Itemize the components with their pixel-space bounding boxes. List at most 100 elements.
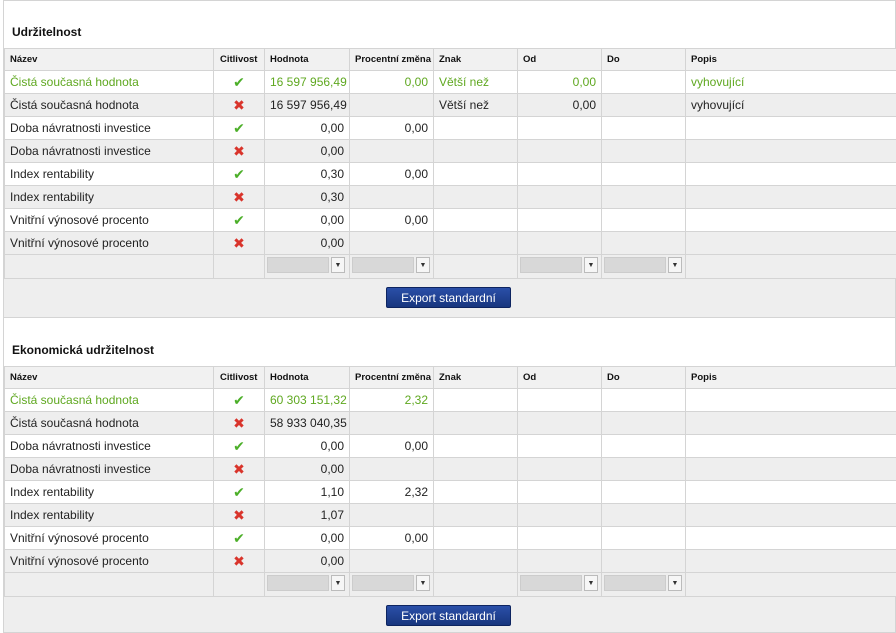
pct-cell [349, 93, 434, 117]
chevron-down-icon[interactable]: ▼ [584, 257, 598, 273]
filter-dropdown[interactable]: ▼ [352, 575, 430, 591]
column-header-to[interactable]: Do [601, 366, 686, 389]
filter-dropdown[interactable]: ▼ [352, 257, 430, 273]
name-cell: Čistá současná hodnota [4, 388, 214, 412]
value-cell: 16 597 956,49 [264, 93, 350, 117]
table-row[interactable]: Vnitřní výnosové procento ✔ 0,00 0,00 [4, 208, 896, 232]
column-header-desc[interactable]: Popis [685, 366, 896, 389]
column-header-from[interactable]: Od [517, 48, 602, 71]
udrzitelnost-section: Udržitelnost Název Citlivost Hodnota Procen… [0, 0, 896, 318]
filter-select[interactable] [267, 257, 329, 273]
filter-dropdown[interactable]: ▼ [267, 575, 345, 591]
filter-select[interactable] [267, 575, 329, 591]
column-header-name[interactable]: Název [4, 48, 214, 71]
chevron-down-icon[interactable]: ▼ [668, 575, 682, 591]
desc-cell [685, 139, 896, 163]
table-row[interactable]: Index rentability ✔ 1,10 2,32 [4, 480, 896, 504]
column-header-pct[interactable]: Procentní změna [349, 366, 434, 389]
from-cell [517, 116, 602, 140]
from-cell [517, 503, 602, 527]
pct-cell: 0,00 [349, 116, 434, 140]
sensitivity-cell: ✔ [213, 434, 265, 458]
from-cell [517, 139, 602, 163]
column-header-sens[interactable]: Citlivost [213, 48, 265, 71]
check-icon: ✔ [233, 165, 245, 182]
filter-cell [433, 254, 518, 279]
column-header-desc[interactable]: Popis [685, 48, 896, 71]
to-cell [601, 503, 686, 527]
table-row[interactable]: Vnitřní výnosové procento ✖ 0,00 [4, 231, 896, 255]
column-header-value[interactable]: Hodnota [264, 48, 350, 71]
name-cell: Vnitřní výnosové procento [4, 526, 214, 550]
filter-select[interactable] [352, 575, 414, 591]
table-row[interactable]: Index rentability ✖ 1,07 [4, 503, 896, 527]
filter-cell [213, 254, 265, 279]
filter-select[interactable] [352, 257, 414, 273]
to-cell [601, 70, 686, 94]
chevron-down-icon[interactable]: ▼ [416, 257, 430, 273]
chevron-down-icon[interactable]: ▼ [331, 575, 345, 591]
column-header-sign[interactable]: Znak [433, 48, 518, 71]
filter-dropdown[interactable]: ▼ [267, 257, 345, 273]
filter-cell [433, 572, 518, 597]
filter-select[interactable] [604, 575, 666, 591]
sign-cell [433, 549, 518, 573]
filter-dropdown[interactable]: ▼ [520, 575, 598, 591]
filter-cell [4, 254, 214, 279]
filter-dropdown[interactable]: ▼ [520, 257, 598, 273]
table-row[interactable]: Čistá současná hodnota ✖ 58 933 040,35 [4, 411, 896, 435]
cross-icon: ✖ [233, 552, 245, 569]
column-header-sens[interactable]: Citlivost [213, 366, 265, 389]
to-cell [601, 116, 686, 140]
name-cell: Doba návratnosti investice [4, 434, 214, 458]
column-header-sign[interactable]: Znak [433, 366, 518, 389]
name-cell: Index rentability [4, 185, 214, 209]
table-row[interactable]: Doba návratnosti investice ✔ 0,00 0,00 [4, 116, 896, 140]
column-header-value[interactable]: Hodnota [264, 366, 350, 389]
filter-select[interactable] [604, 257, 666, 273]
filter-cell: ▼ [349, 572, 434, 597]
column-header-pct[interactable]: Procentní změna [349, 48, 434, 71]
chevron-down-icon[interactable]: ▼ [584, 575, 598, 591]
chevron-down-icon[interactable]: ▼ [668, 257, 682, 273]
table-row[interactable]: Vnitřní výnosové procento ✖ 0,00 [4, 549, 896, 573]
filter-cell [685, 572, 896, 597]
filter-select[interactable] [520, 257, 582, 273]
chevron-down-icon[interactable]: ▼ [416, 575, 430, 591]
table-row[interactable]: Čistá současná hodnota ✔ 60 303 151,32 2,32 [4, 388, 896, 412]
sensitivity-cell: ✖ [213, 185, 265, 209]
name-cell: Index rentability [4, 480, 214, 504]
table-row[interactable]: Čistá současná hodnota ✔ 16 597 956,49 0,00… [4, 70, 896, 94]
sign-cell [433, 411, 518, 435]
desc-cell: vyhovující [685, 70, 896, 94]
export-standard-button[interactable]: Export standardní [386, 287, 511, 308]
table-row[interactable]: Vnitřní výnosové procento ✔ 0,00 0,00 [4, 526, 896, 550]
column-header-from[interactable]: Od [517, 366, 602, 389]
value-cell: 1,10 [264, 480, 350, 504]
name-cell: Čistá současná hodnota [4, 70, 214, 94]
to-cell [601, 231, 686, 255]
filter-select[interactable] [520, 575, 582, 591]
to-cell [601, 434, 686, 458]
cross-icon: ✖ [233, 460, 245, 477]
filter-dropdown[interactable]: ▼ [604, 575, 682, 591]
column-header-name[interactable]: Název [4, 366, 214, 389]
table-row[interactable]: Doba návratnosti investice ✔ 0,00 0,00 [4, 434, 896, 458]
filter-dropdown[interactable]: ▼ [604, 257, 682, 273]
table-row[interactable]: Index rentability ✔ 0,30 0,00 [4, 162, 896, 186]
sensitivity-cell: ✖ [213, 93, 265, 117]
filter-cell: ▼ [517, 572, 602, 597]
table-row[interactable]: Doba návratnosti investice ✖ 0,00 [4, 139, 896, 163]
name-cell: Index rentability [4, 503, 214, 527]
sign-cell [433, 208, 518, 232]
chevron-down-icon[interactable]: ▼ [331, 257, 345, 273]
check-icon: ✔ [233, 529, 245, 546]
sensitivity-cell: ✔ [213, 208, 265, 232]
value-cell: 1,07 [264, 503, 350, 527]
to-cell [601, 549, 686, 573]
export-standard-button[interactable]: Export standardní [386, 605, 511, 626]
table-row[interactable]: Index rentability ✖ 0,30 [4, 185, 896, 209]
column-header-to[interactable]: Do [601, 48, 686, 71]
table-row[interactable]: Doba návratnosti investice ✖ 0,00 [4, 457, 896, 481]
table-row[interactable]: Čistá současná hodnota ✖ 16 597 956,49 Větš… [4, 93, 896, 117]
